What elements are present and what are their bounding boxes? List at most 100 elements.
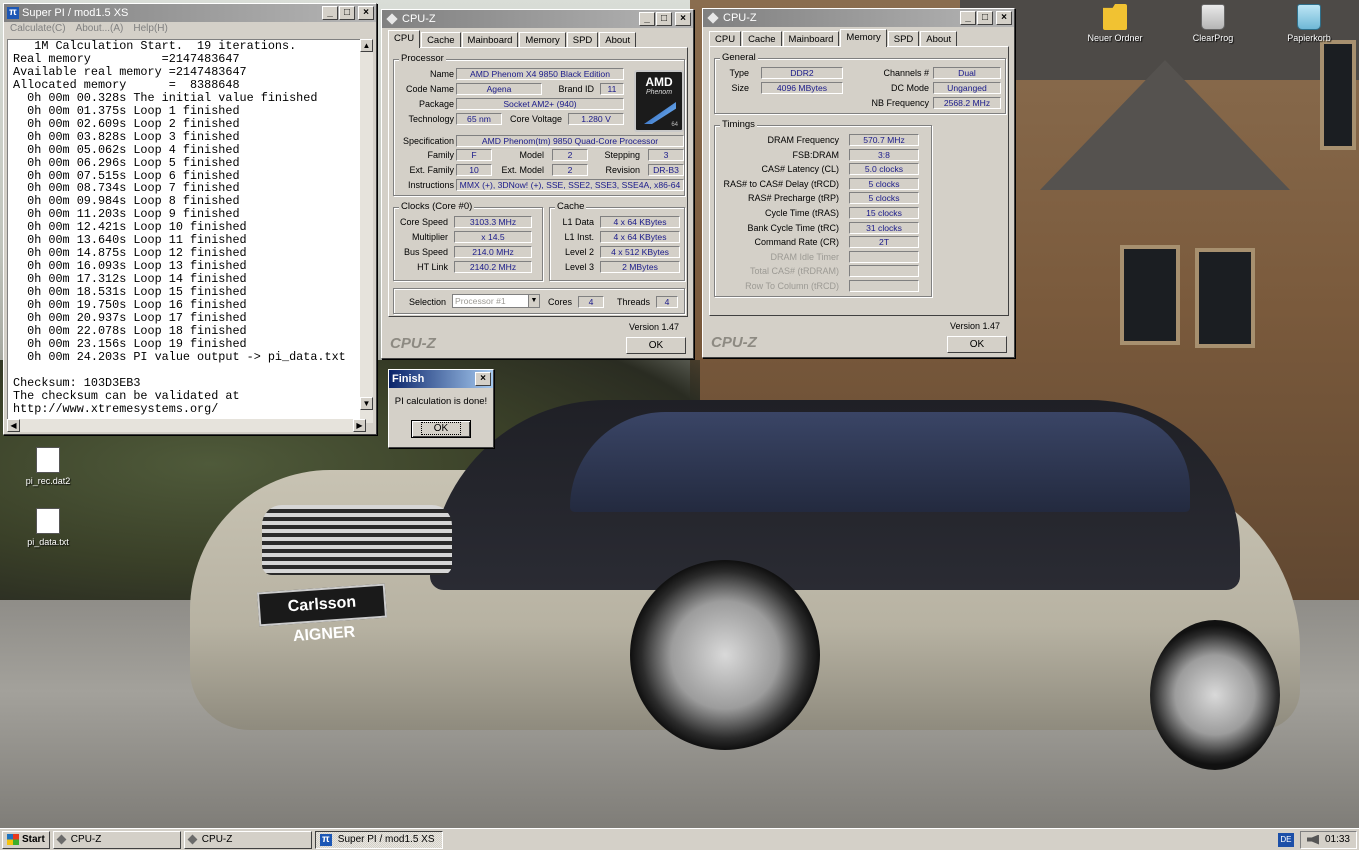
maximize-button[interactable]: □ [656, 12, 672, 26]
maximize-button[interactable]: □ [339, 6, 355, 20]
minimize-button[interactable]: _ [639, 12, 655, 26]
core-speed-label: Core Speed [399, 217, 448, 227]
tab-memory[interactable]: Memory [840, 29, 887, 47]
timing-label: Row To Column (tRCD) [745, 281, 839, 291]
tab-spd[interactable]: SPD [566, 32, 599, 48]
taskbar-button-superpi[interactable]: π Super PI / mod1.5 XS [314, 830, 443, 849]
cpuz-tabs: CPU Cache Mainboard Memory SPD About [709, 29, 958, 47]
finish-message: PI calculation is done! [394, 396, 488, 407]
bus-speed-value: 214.0 MHz [454, 246, 532, 258]
l1-data-value: 4 x 64 KBytes [600, 216, 680, 228]
name-label: Name [429, 69, 454, 79]
output-line: 0h 00m 01.375s Loop 1 finished [13, 103, 240, 118]
desktop-icon-clearprog[interactable]: ClearProg [1168, 4, 1258, 43]
maximize-button[interactable]: □ [977, 11, 993, 25]
volume-icon[interactable] [1306, 834, 1319, 845]
taskbar-button-cpuz-1[interactable]: CPU-Z [52, 830, 181, 849]
amd-phenom-logo: AMD Phenom 64 [634, 70, 684, 132]
tab-cache[interactable]: Cache [742, 31, 782, 47]
desktop-icon-recycle-bin[interactable]: Papierkorb [1264, 4, 1354, 43]
tab-about[interactable]: About [599, 32, 637, 48]
superpi-menubar: Calculate(C) About...(A) Help(H) [4, 22, 376, 38]
ok-button[interactable]: OK [947, 336, 1007, 353]
desktop-icon-label: Neuer Ordner [1087, 33, 1143, 43]
menu-calculate[interactable]: Calculate(C) [10, 23, 66, 37]
dc-mode-label: DC Mode [890, 83, 929, 93]
timing-label: RAS# to CAS# Delay (tRCD) [723, 178, 839, 189]
level3-value: 2 MBytes [600, 261, 680, 273]
ext-model-label: Ext. Model [501, 165, 544, 175]
minimize-button[interactable]: _ [322, 6, 338, 20]
desktop-icon-new-folder[interactable]: Neuer Ordner [1070, 4, 1160, 43]
taskbar-button-label: CPU-Z [201, 833, 233, 845]
tab-about[interactable]: About [920, 31, 958, 47]
tab-cpu[interactable]: CPU [388, 30, 421, 48]
multiplier-value: x 14.5 [454, 231, 532, 243]
wallpaper-car-windows [570, 412, 1190, 512]
menu-help[interactable]: Help(H) [133, 23, 167, 37]
desktop-icon-pi-rec[interactable]: pi_rec.dat2 [3, 447, 93, 486]
desktop-icon-pi-data[interactable]: pi_data.txt [3, 508, 93, 547]
close-button[interactable]: × [475, 372, 491, 386]
model-label: Model [519, 150, 544, 160]
logo-badge: 64 [671, 122, 678, 128]
close-button[interactable]: × [358, 6, 374, 20]
output-line: 0h 00m 23.156s Loop 19 finished [13, 336, 247, 351]
instructions-value: MMX (+), 3DNow! (+), SSE, SSE2, SSE3, SS… [456, 179, 684, 191]
cores-value: 4 [578, 296, 604, 308]
nb-frequency-value: 2568.2 MHz [933, 97, 1001, 109]
language-indicator[interactable]: DE [1277, 832, 1294, 847]
taskbar-button-cpuz-2[interactable]: CPU-Z [183, 830, 312, 849]
timing-value [849, 280, 919, 292]
chevron-down-icon[interactable]: ▼ [528, 295, 539, 307]
l1-inst-value: 4 x 64 KBytes [600, 231, 680, 243]
revision-label: Revision [605, 165, 640, 175]
scroll-right-button[interactable]: ▶ [353, 419, 366, 432]
cpuz-app-icon [56, 834, 67, 845]
tab-cpu[interactable]: CPU [709, 31, 742, 47]
minimize-button[interactable]: _ [960, 11, 976, 25]
superpi-titlebar[interactable]: π Super PI / mod1.5 XS _ □ × [4, 4, 376, 22]
cpuz-titlebar[interactable]: CPU-Z _ □ × [382, 10, 693, 28]
general-group: General Type DDR2 Size 4096 MBytes Chann… [714, 52, 1006, 114]
output-line: 0h 00m 00.328s The initial value finishe… [13, 90, 318, 105]
timing-value: 3:8 [849, 148, 919, 161]
scroll-up-button[interactable]: ▲ [360, 39, 373, 52]
timing-label: FSB:DRAM [792, 149, 839, 160]
tab-cache[interactable]: Cache [421, 32, 461, 48]
processor-group: Processor Name AMD Phenom X4 9850 Black … [393, 53, 685, 196]
tab-mainboard[interactable]: Mainboard [782, 31, 840, 47]
clearprog-icon [1201, 4, 1225, 30]
close-button[interactable]: × [675, 12, 691, 26]
group-label: Cache [555, 201, 587, 212]
close-button[interactable]: × [996, 11, 1012, 25]
pi-icon: π [319, 833, 332, 846]
processor-select[interactable]: Processor #1 ▼ [452, 294, 540, 308]
cpuz-titlebar[interactable]: CPU-Z _ □ × [703, 9, 1014, 27]
horizontal-scrollbar[interactable]: ◀ ▶ [7, 419, 366, 432]
timing-value: 5 clocks [849, 192, 919, 205]
tab-spd[interactable]: SPD [887, 31, 920, 47]
group-label: Clocks (Core #0) [399, 201, 475, 212]
clock[interactable]: 01:33 [1325, 834, 1350, 845]
finish-titlebar[interactable]: Finish × [389, 370, 493, 388]
memory-size-value: 4096 MBytes [761, 82, 843, 94]
output-line: 0h 00m 02.609s Loop 2 finished [13, 116, 240, 131]
scroll-down-button[interactable]: ▼ [360, 397, 373, 410]
vertical-scrollbar[interactable]: ▲ ▼ [360, 39, 373, 423]
finish-ok-button[interactable]: OK [411, 420, 471, 438]
package-value: Socket AM2+ (940) [456, 98, 624, 110]
superpi-output[interactable]: 1M Calculation Start. 19 iterations. Real… [7, 39, 366, 423]
group-label: Processor [399, 53, 446, 64]
system-tray: 01:33 [1299, 830, 1357, 849]
tab-memory[interactable]: Memory [519, 32, 566, 48]
model-value: 2 [552, 149, 588, 161]
version-label: Version 1.47 [949, 321, 1000, 331]
start-button[interactable]: Start [2, 830, 50, 849]
menu-about[interactable]: About...(A) [76, 23, 124, 37]
threads-label: Threads [616, 297, 650, 307]
multiplier-label: Multiplier [411, 232, 448, 242]
tab-mainboard[interactable]: Mainboard [461, 32, 519, 48]
scroll-left-button[interactable]: ◀ [7, 419, 20, 432]
ok-button[interactable]: OK [626, 337, 686, 354]
